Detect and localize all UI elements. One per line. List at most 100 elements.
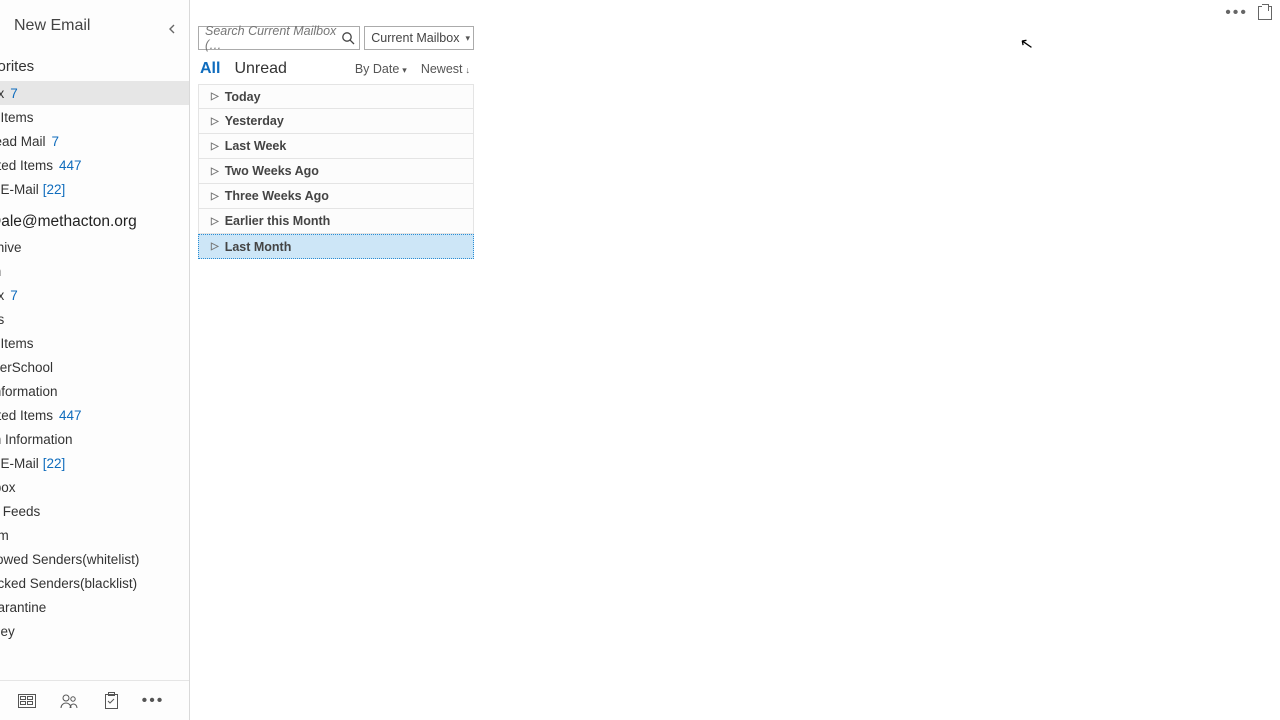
folder-label: it Items (0, 110, 34, 125)
folder-label: tbox (0, 480, 16, 495)
date-group-label: Three Weeks Ago (225, 189, 329, 203)
nav-switcher-bar: ••• (0, 680, 189, 720)
folder-item[interactable]: it Items (0, 105, 189, 129)
folder-item[interactable]: Information (0, 379, 189, 403)
folder-item[interactable]: ox 7 (0, 81, 189, 105)
more-modules-icon[interactable]: ••• (144, 692, 162, 710)
folder-count: 7 (10, 86, 18, 101)
more-options-icon[interactable]: ••• (1225, 4, 1248, 22)
folder-label: ox (0, 288, 4, 303)
new-email-button[interactable]: New Email (0, 0, 189, 52)
folder-count: [22] (43, 456, 66, 471)
folder-item[interactable]: eted Items 447 (0, 403, 189, 427)
folder-item[interactable]: am (0, 523, 189, 547)
chevron-down-icon: ▾ (402, 65, 407, 75)
folder-item[interactable]: S Feeds (0, 499, 189, 523)
folder-count: [22] (43, 182, 66, 197)
search-placeholder: Search Current Mailbox (… (205, 24, 341, 52)
date-group-row[interactable]: ▷ Last Week (198, 134, 474, 159)
folder-item[interactable]: read Mail7 (0, 129, 189, 153)
folder-item[interactable]: eted Items 447 (0, 153, 189, 177)
folder-label: ox (0, 86, 4, 101)
folder-label: Information (0, 384, 58, 399)
folder-item[interactable]: uarantine (0, 595, 189, 619)
date-group-label: Two Weeks Ago (225, 164, 319, 178)
favorites-header[interactable]: vorites (0, 52, 189, 81)
sort-by-dropdown[interactable]: By Date▾ (355, 62, 407, 76)
folder-item[interactable]: chive (0, 235, 189, 259)
filter-all-tab[interactable]: All (200, 60, 220, 78)
date-group-row[interactable]: ▷ Today (198, 84, 474, 109)
filter-unread-tab[interactable]: Unread (234, 60, 286, 78)
date-group-label: Today (225, 90, 261, 104)
folder-count: 447 (59, 408, 82, 423)
folder-label: lney (0, 624, 15, 639)
reading-pane (480, 0, 1280, 720)
folder-label: k E-Mail (0, 456, 39, 471)
folder-label: m (0, 264, 1, 279)
folder-label: eted Items (0, 158, 53, 173)
window-overflow-controls: ••• (1225, 4, 1272, 22)
tasks-module-icon[interactable] (102, 692, 120, 710)
date-group-list: ▷Today▷Yesterday▷Last Week▷Two Weeks Ago… (198, 84, 474, 259)
folder-item[interactable]: th Information (0, 427, 189, 451)
message-list-pane: Search Current Mailbox (… Current Mailbo… (190, 0, 480, 720)
folder-item[interactable]: it Items (0, 331, 189, 355)
folder-item[interactable]: m (0, 259, 189, 283)
people-module-icon[interactable] (60, 692, 78, 710)
arrow-down-icon: ↓ (466, 65, 471, 75)
folder-item[interactable]: werSchool (0, 355, 189, 379)
date-group-row[interactable]: ▷Three Weeks Ago (198, 184, 474, 209)
expand-triangle-icon: ▷ (211, 216, 219, 227)
date-group-row[interactable]: ▷Two Weeks Ago (198, 159, 474, 184)
search-scope-label: Current Mailbox (371, 31, 459, 45)
search-input[interactable]: Search Current Mailbox (… (198, 26, 360, 50)
restore-window-icon[interactable] (1258, 6, 1272, 20)
folder-item[interactable]: ox 7 (0, 283, 189, 307)
folder-label: uarantine (0, 600, 46, 615)
folder-label: werSchool (0, 360, 53, 375)
folder-label: chive (0, 240, 22, 255)
folder-nav-pane: New Email vorites ox7it Itemsread Mail7e… (0, 0, 190, 720)
chevron-down-icon: ▾ (465, 33, 470, 44)
folder-item[interactable]: tbox (0, 475, 189, 499)
account-folder-list: chive m ox 7 fts it Items werSchool Information… (0, 235, 189, 680)
expand-triangle-icon: ▷ (211, 116, 219, 127)
folder-item[interactable]: llowed Senders(whitelist) (0, 547, 189, 571)
date-group-row[interactable]: ▷ Earlier this Month (198, 209, 474, 234)
folder-label: it Items (0, 336, 34, 351)
folder-label: fts (0, 312, 4, 327)
folder-label: am (0, 528, 9, 543)
expand-triangle-icon: ▷ (211, 141, 219, 152)
folder-item[interactable]: k E-Mail [22] (0, 451, 189, 475)
folder-item[interactable]: fts (0, 307, 189, 331)
sort-order-label: Newest (421, 62, 463, 76)
collapse-nav-icon[interactable] (165, 22, 179, 36)
date-group-label: Last Week (225, 139, 287, 153)
folder-count: 447 (59, 158, 82, 173)
search-row: Search Current Mailbox (… Current Mailbo… (198, 26, 474, 50)
folder-item[interactable]: ocked Senders(blacklist) (0, 571, 189, 595)
folder-count: 7 (10, 288, 18, 303)
date-group-row[interactable]: ▷ Yesterday (198, 109, 474, 134)
filter-row: All Unread By Date▾ Newest↓ (198, 58, 474, 84)
folder-item[interactable]: k E-Mail[22] (0, 177, 189, 201)
folder-label: th Information (0, 432, 73, 447)
date-group-row[interactable]: ▷Last Month (198, 234, 474, 259)
folder-label: eted Items (0, 408, 53, 423)
expand-triangle-icon: ▷ (211, 241, 219, 252)
new-email-label: New Email (14, 17, 90, 35)
date-group-label: Earlier this Month (225, 214, 331, 228)
date-group-label: Yesterday (225, 114, 284, 128)
sort-order-dropdown[interactable]: Newest↓ (421, 62, 470, 76)
account-header[interactable]: Dale@methacton.org (0, 201, 189, 235)
folder-item[interactable]: lney (0, 619, 189, 643)
folder-label: llowed Senders(whitelist) (0, 552, 139, 567)
folder-label: read Mail (0, 134, 46, 149)
search-scope-dropdown[interactable]: Current Mailbox ▾ (364, 26, 474, 50)
mail-module-icon[interactable] (18, 692, 36, 710)
expand-triangle-icon: ▷ (211, 91, 219, 102)
search-icon[interactable] (341, 31, 355, 45)
folder-label: S Feeds (0, 504, 40, 519)
sort-by-label: By Date (355, 62, 399, 76)
